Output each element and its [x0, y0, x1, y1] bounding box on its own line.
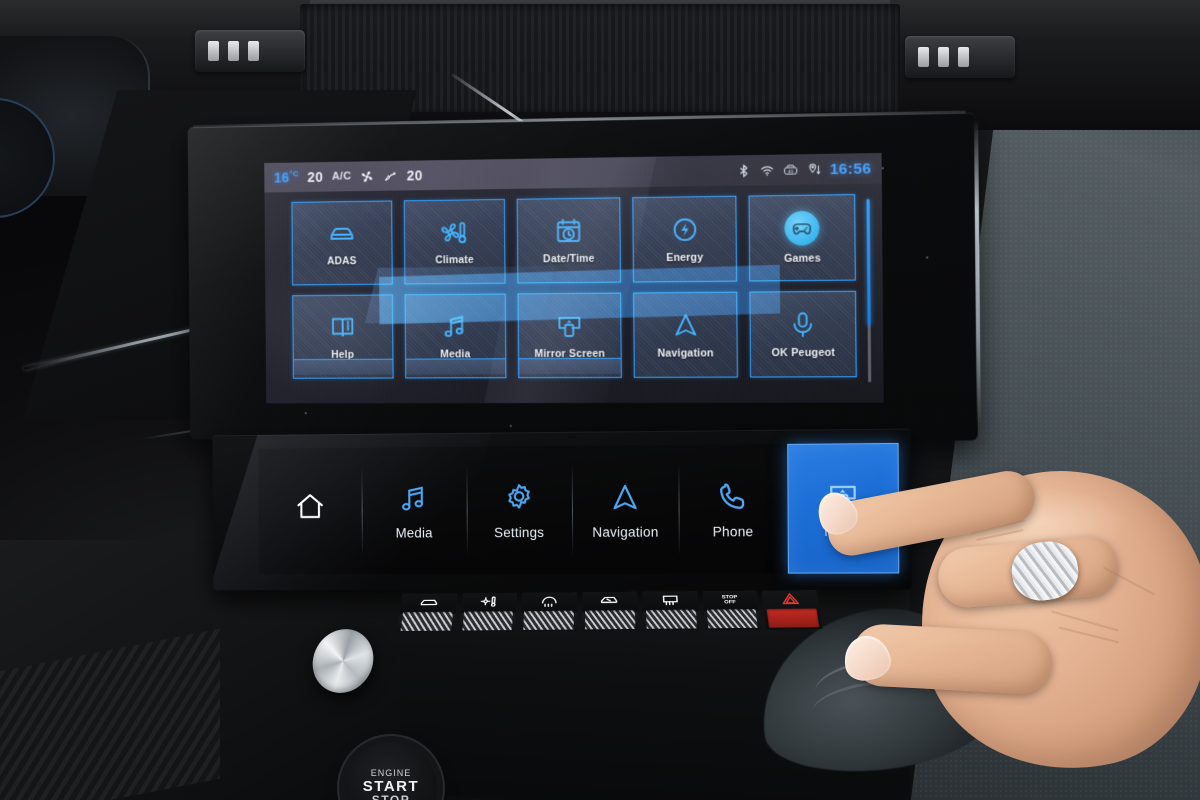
left-zone-temperature: 20	[307, 168, 324, 185]
right-zone-temperature: 20	[406, 167, 423, 184]
toggle-label: Navigation	[592, 524, 659, 540]
location-icon	[806, 162, 822, 177]
app-tile-label: Games	[783, 252, 821, 265]
app-tile-partial[interactable]	[518, 357, 622, 375]
wifi-icon	[759, 162, 774, 177]
hard-button-grip	[523, 610, 575, 630]
hard-button-grip	[585, 610, 636, 630]
navigation-arrow-icon	[608, 480, 642, 514]
app-tile-games[interactable]: Games	[748, 194, 856, 282]
svg-text:OFF: OFF	[725, 600, 738, 606]
car-front-icon	[327, 219, 356, 249]
toggle-phone[interactable]: Phone	[679, 444, 788, 574]
music-note-icon	[397, 481, 431, 515]
toggle-navigation[interactable]: Navigation	[572, 445, 680, 574]
hard-button-front-defrost[interactable]	[520, 592, 578, 632]
driver-temperature: 16°C	[273, 169, 299, 186]
navigation-arrow-icon	[670, 310, 701, 340]
app-tile-energy[interactable]: Energy	[632, 195, 738, 283]
demist-screen-icon	[479, 595, 500, 609]
gamepad-icon	[784, 210, 820, 246]
hand-pressing-mirror-button	[800, 430, 1200, 800]
hard-button-grip	[645, 609, 697, 629]
ac-label: A/C	[331, 170, 352, 183]
bluetooth-icon	[736, 163, 751, 178]
engine-button-line2: START	[362, 777, 420, 795]
toggle-label: Settings	[494, 524, 545, 540]
hard-button-demist-screen[interactable]	[458, 592, 518, 633]
car-interior-scene: P 16°C 20 A/C	[0, 0, 1200, 800]
home-icon	[294, 490, 327, 524]
hazard-warning-icon	[780, 592, 802, 605]
toggle-label: Media	[395, 525, 433, 541]
airflow-icon	[383, 168, 398, 183]
microphone-icon	[787, 309, 818, 340]
hard-button-rear-defrost[interactable]	[642, 591, 700, 631]
screen-reflection-blob	[264, 254, 441, 404]
mirror-screen-icon	[554, 311, 584, 341]
app-tile-label: Climate	[435, 254, 474, 267]
hard-button-grip	[462, 611, 514, 631]
front-defrost-icon	[539, 594, 559, 608]
hard-button-grip	[400, 611, 453, 632]
rear-defrost-icon	[660, 593, 681, 607]
clock: 16:56	[829, 159, 872, 178]
app-tile-label: Energy	[666, 251, 704, 265]
rear-wiper-icon	[600, 593, 620, 607]
toggle-media[interactable]: Media	[362, 447, 467, 575]
parking-sensor-icon	[418, 595, 439, 609]
right-air-vent-fins	[918, 47, 969, 67]
toggle-home[interactable]	[259, 448, 363, 575]
vehicle-assist-icon: 40	[783, 162, 798, 177]
status-bar-system-group: 40 16:56	[736, 159, 872, 179]
hard-button-rear-wiper[interactable]	[582, 591, 639, 632]
toggle-settings[interactable]: Settings	[466, 446, 572, 574]
physical-button-row: STOP OFF	[397, 590, 823, 634]
hard-button-grip	[706, 609, 759, 629]
status-bar-climate-group: 16°C 20 A/C 20	[274, 167, 423, 185]
fan-icon	[360, 169, 375, 184]
stop-start-off-icon: STOP OFF	[720, 592, 741, 606]
energy-bolt-icon	[669, 214, 700, 245]
infotainment-display[interactable]: 16°C 20 A/C 20 40 16:56 Climate Date/Tim…	[264, 152, 884, 404]
app-tile-label: Date/Time	[543, 252, 595, 266]
fan-thermo-icon	[439, 217, 469, 247]
app-tile-date-time[interactable]: Date/Time	[516, 197, 621, 284]
music-note-icon	[440, 312, 470, 342]
left-air-vent-fins	[208, 41, 259, 61]
infotainment-screen-housing: 16°C 20 A/C 20 40 16:56 Climate Date/Tim…	[187, 110, 981, 441]
hard-button-stop-start-off[interactable]: STOP OFF	[701, 590, 762, 631]
gear-icon	[502, 481, 536, 515]
calendar-clock-icon	[554, 216, 584, 246]
engine-button-line3: STOP	[372, 794, 410, 800]
hard-button-parking-sensors[interactable]	[397, 593, 458, 633]
toggle-label: Phone	[712, 523, 754, 539]
svg-text:40: 40	[788, 168, 794, 173]
phone-icon	[715, 479, 750, 514]
